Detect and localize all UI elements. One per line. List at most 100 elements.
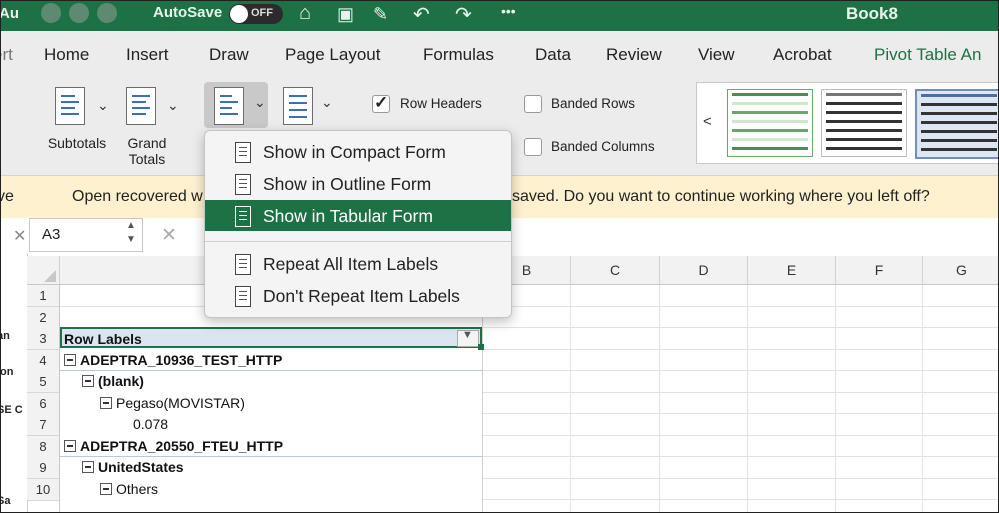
tab-view[interactable]: View [698,45,735,65]
grid-line [482,285,483,512]
pivot-style-gallery[interactable]: < [696,82,998,164]
side-clip-4: Sa [1,495,11,507]
pivot-item-7[interactable]: Others [100,481,158,497]
grand-totals-label-1: Grand [127,135,167,151]
pivot-item-2[interactable]: (blank) [82,373,144,389]
fill-handle[interactable] [478,344,484,350]
report-layout-menu: Show in Compact Form Show in Outline For… [204,130,512,318]
menu-item-label: Show in Tabular Form [263,206,433,226]
pivot-header-row[interactable]: Row Labels ▼ [60,327,484,350]
column-header-d[interactable]: D [660,256,748,285]
edit-icon[interactable]: ✎ [373,4,388,25]
grid-line [570,285,571,512]
grid-line [835,285,836,512]
name-box[interactable]: A3 ▲ ▼ [29,218,143,252]
pivot-item-label: ADEPTRA_20550_FTEU_HTTP [80,438,284,454]
pivot-item-4[interactable]: 0.078 [133,416,168,432]
pivot-style-blue[interactable] [915,89,998,159]
zoom-window-button[interactable] [97,3,117,23]
left-clip-panel: an ion SE C Sa [0,254,28,512]
autosave-state: OFF [251,7,273,19]
subtotals-label: Subtotals [47,135,107,151]
menu-item-repeat-all-labels[interactable]: Repeat All Item Labels [205,248,511,279]
side-clip-1: an [1,330,10,342]
close-window-button[interactable] [41,3,61,23]
menu-separator [205,241,511,242]
tab-acrobat[interactable]: Acrobat [773,45,832,65]
grand-totals-label-2: Totals [128,151,166,167]
tab-page-layout[interactable]: Page Layout [285,45,380,65]
menu-item-outline-form[interactable]: Show in Outline Form [205,168,511,199]
redo-icon[interactable]: ↷ [455,2,472,27]
select-all-corner[interactable] [27,256,60,285]
row-labels-header: Row Labels [64,331,142,347]
collapse-icon[interactable] [64,440,76,452]
pivot-item-label: Others [116,481,159,497]
grid-line [659,285,660,512]
pivot-item-label: Pegaso(MOVISTAR) [116,395,245,411]
row-headers-checkbox[interactable] [372,93,390,113]
repeat-labels-icon [235,254,251,275]
tab-insert-clip[interactable]: ert [1,45,13,65]
report-layout-button[interactable]: ⌄ [204,82,268,128]
pivot-item-label: ADEPTRA_10936_TEST_HTTP [80,352,283,368]
grid-line [747,285,748,512]
row-labels-filter-button[interactable]: ▼ [457,329,479,347]
side-clip-2: ion [0,366,14,378]
pivot-item-5[interactable]: ADEPTRA_20550_FTEU_HTTP [64,438,283,454]
row-header-border [27,285,60,512]
autosave-toggle[interactable]: OFF [229,4,283,24]
pivot-item-6[interactable]: UnitedStates [82,459,184,475]
pivot-style-green[interactable] [727,89,813,157]
save-icon[interactable]: ▣ [337,4,354,25]
close-icon[interactable]: ✕ [13,226,26,246]
tab-pivot-table-analyze[interactable]: Pivot Table An [874,45,981,65]
pivot-item-1[interactable]: ADEPTRA_10936_TEST_HTTP [64,352,282,368]
banded-rows-label: Banded Rows [551,96,636,111]
collapse-icon[interactable] [82,375,94,387]
ribbon-tabs: ert Home Insert Draw Page Layout Formula… [1,31,998,75]
grand-totals-button[interactable]: ⌄ Grand Totals [121,83,183,167]
banded-columns-checkbox[interactable] [524,138,542,156]
tab-insert[interactable]: Insert [126,45,169,65]
tab-review[interactable]: Review [606,45,662,65]
blank-rows-button[interactable]: ⌄ [279,82,337,128]
chevron-down-icon: ⌄ [97,97,109,113]
pivot-style-gray[interactable] [821,89,907,157]
minimize-window-button[interactable] [69,3,89,23]
subtotals-icon [55,87,85,125]
stepper-down-icon[interactable]: ▼ [126,234,136,245]
menu-item-tabular-form[interactable]: Show in Tabular Form [205,200,511,231]
collapse-icon[interactable] [64,354,76,366]
gallery-prev-button[interactable]: < [703,113,712,130]
banded-rows-checkbox[interactable] [524,95,542,113]
tab-draw[interactable]: Draw [209,45,249,65]
menu-item-dont-repeat-labels[interactable]: Don't Repeat Item Labels [205,280,511,311]
cancel-formula-icon[interactable]: ✕ [161,224,177,247]
title-bar: Au AutoSave OFF ⌂ ▣ ✎ ↶ ↷ ••• Book8 [1,1,998,31]
collapse-icon[interactable] [100,397,112,409]
pivot-item-label: (blank) [98,373,144,389]
home-icon[interactable]: ⌂ [299,2,311,25]
pivot-item-3[interactable]: Pegaso(MOVISTAR) [100,395,245,411]
column-header-c[interactable]: C [571,256,660,285]
column-header-f[interactable]: F [836,256,923,285]
side-clip-3: SE C [1,404,23,416]
chevron-down-icon: ▼ [462,329,473,341]
collapse-icon[interactable] [82,461,94,473]
compact-form-icon [235,142,251,163]
undo-icon[interactable]: ↶ [413,2,430,27]
tab-data[interactable]: Data [535,45,571,65]
menu-item-compact-form[interactable]: Show in Compact Form [205,136,511,167]
menu-item-label: Don't Repeat Item Labels [263,286,460,306]
tab-formulas[interactable]: Formulas [423,45,494,65]
dont-repeat-labels-icon [235,286,251,307]
subtotals-button[interactable]: ⌄ Subtotals [41,83,113,163]
column-header-e[interactable]: E [748,256,836,285]
collapse-icon[interactable] [100,483,112,495]
row-headers-label: Row Headers [400,96,482,111]
more-icon[interactable]: ••• [501,3,516,19]
column-header-g[interactable]: G [923,256,998,285]
tab-home[interactable]: Home [44,45,89,65]
stepper-up-icon[interactable]: ▲ [126,220,136,231]
